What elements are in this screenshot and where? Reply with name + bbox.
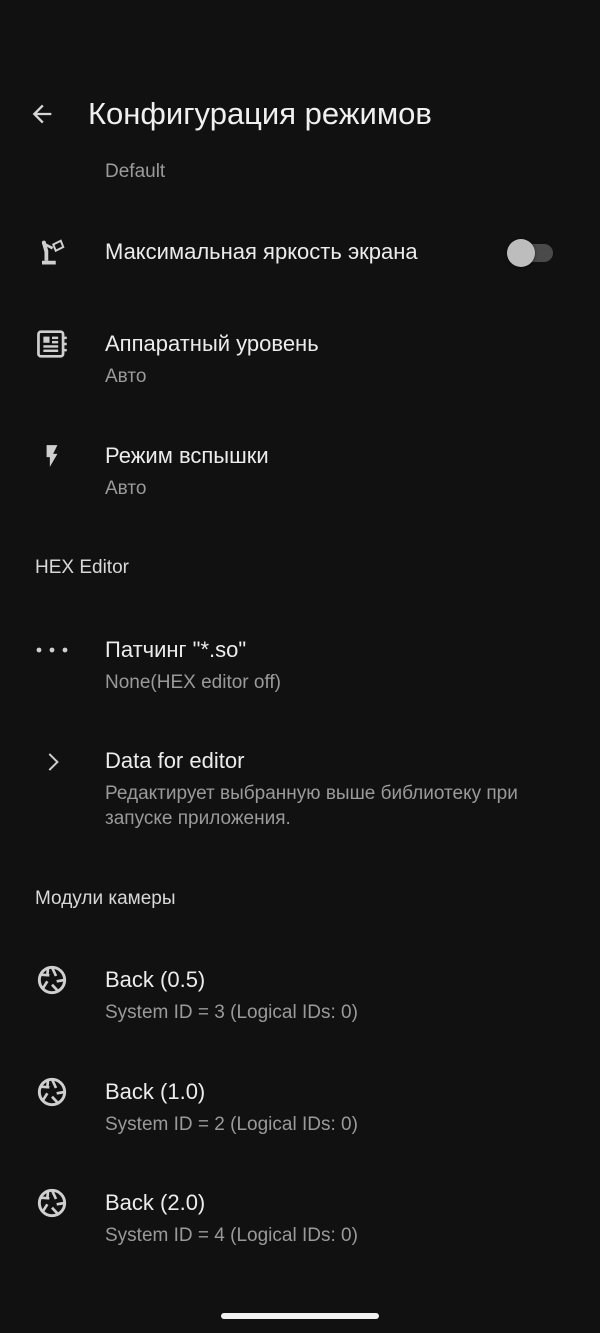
chevron-right-icon	[34, 744, 70, 780]
mode-name-subtitle: Default	[105, 161, 166, 182]
hardware-level-value: Авто	[105, 366, 147, 387]
camera-aperture-icon	[34, 962, 70, 998]
back-button[interactable]	[22, 94, 62, 134]
page-title: Конфигурация режимов	[88, 96, 432, 131]
hex-editor-section-header: HEX Editor	[35, 557, 129, 578]
lamp-icon	[34, 234, 70, 270]
data-for-editor-label: Data for editor	[105, 748, 245, 773]
hardware-level-label: Аппаратный уровень	[105, 331, 319, 356]
hardware-level-row[interactable]: Аппаратный уровень Авто	[0, 318, 600, 398]
camera-module-row[interactable]: Back (0.5) System ID = 3 (Logical IDs: 0…	[0, 954, 600, 1034]
camera-module-row[interactable]: Back (1.0) System ID = 2 (Logical IDs: 0…	[0, 1066, 600, 1146]
data-for-editor-description: Редактирует выбранную выше библиотеку пр…	[105, 783, 518, 829]
toggle-thumb	[507, 239, 535, 267]
camera-module-title: Back (2.0)	[105, 1190, 206, 1215]
camera-modules-section-header: Модули камеры	[35, 888, 176, 909]
camera-module-title: Back (0.5)	[105, 967, 206, 992]
camera-module-subtitle: System ID = 2 (Logical IDs: 0)	[105, 1114, 358, 1135]
hardware-board-icon	[34, 326, 70, 362]
max-brightness-toggle[interactable]	[507, 239, 555, 267]
flash-mode-value: Авто	[105, 478, 147, 499]
app-bar: Конфигурация режимов	[0, 80, 600, 150]
camera-module-row[interactable]: Back (2.0) System ID = 4 (Logical IDs: 0…	[0, 1177, 600, 1257]
more-dots-icon	[34, 632, 70, 668]
data-for-editor-row[interactable]: Data for editor Редактирует выбранную вы…	[0, 736, 600, 836]
patching-label: Патчинг "*.so"	[105, 637, 247, 662]
patching-value: None(HEX editor off)	[105, 672, 282, 693]
camera-aperture-icon	[34, 1074, 70, 1110]
max-brightness-row[interactable]: Максимальная яркость экрана	[0, 222, 600, 284]
camera-module-subtitle: System ID = 3 (Logical IDs: 0)	[105, 1002, 358, 1023]
flash-icon	[34, 438, 70, 474]
patching-row[interactable]: Патчинг "*.so" None(HEX editor off)	[0, 624, 600, 704]
arrow-back-icon	[32, 104, 52, 124]
camera-module-title: Back (1.0)	[105, 1079, 206, 1104]
flash-mode-row[interactable]: Режим вспышки Авто	[0, 430, 600, 510]
camera-module-subtitle: System ID = 4 (Logical IDs: 0)	[105, 1225, 358, 1246]
max-brightness-label: Максимальная яркость экрана	[105, 239, 418, 264]
flash-mode-label: Режим вспышки	[105, 443, 269, 468]
camera-aperture-icon	[34, 1185, 70, 1221]
gesture-nav-handle[interactable]	[221, 1313, 379, 1319]
